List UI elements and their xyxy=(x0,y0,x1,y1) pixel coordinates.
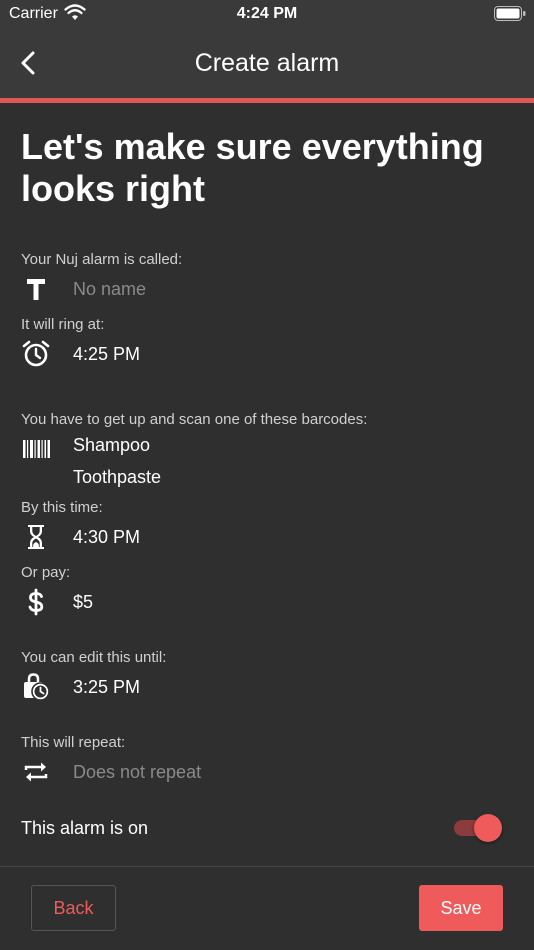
repeat-label: This will repeat: xyxy=(21,734,126,751)
alarm-name-value: No name xyxy=(73,279,147,299)
alarm-on-toggle[interactable] xyxy=(452,814,502,842)
save-button[interactable]: Save xyxy=(419,885,503,931)
app-header: Create alarm xyxy=(0,28,534,98)
alarm-clock-icon xyxy=(22,340,50,367)
barcode-item: Shampoo xyxy=(73,435,151,455)
deadline-value: 4:30 PM xyxy=(73,527,141,547)
accent-bar xyxy=(0,98,534,103)
back-button[interactable]: Back xyxy=(31,885,116,931)
dollar-icon xyxy=(28,588,44,616)
status-bar: Carrier 4:24 PM xyxy=(0,0,534,28)
repeat-icon xyxy=(24,762,48,782)
deadline-label: By this time: xyxy=(21,499,103,516)
ring-time-value: 4:25 PM xyxy=(73,344,141,364)
hourglass-icon xyxy=(28,525,44,549)
edit-until-value: 3:25 PM xyxy=(73,677,141,697)
alarm-on-label: This alarm is on xyxy=(21,818,149,838)
lock-clock-icon xyxy=(24,673,50,701)
edit-until-label: You can edit this until: xyxy=(21,649,167,666)
ring-label: It will ring at: xyxy=(21,316,105,333)
name-label: Your Nuj alarm is called: xyxy=(21,251,183,268)
toggle-knob xyxy=(474,814,502,842)
page-title: Let's make sure everything looks right xyxy=(21,126,484,209)
barcode-icon xyxy=(23,440,50,458)
penalty-value: $5 xyxy=(73,592,94,612)
text-icon xyxy=(27,279,45,300)
battery-icon xyxy=(494,6,526,21)
barcode-item: Toothpaste xyxy=(73,467,162,487)
barcodes-label: You have to get up and scan one of these… xyxy=(21,411,368,428)
repeat-value: Does not repeat xyxy=(73,762,202,782)
penalty-label: Or pay: xyxy=(21,564,71,581)
header-title: Create alarm xyxy=(194,49,340,77)
status-time: 4:24 PM xyxy=(236,5,298,22)
footer-divider xyxy=(0,866,534,867)
